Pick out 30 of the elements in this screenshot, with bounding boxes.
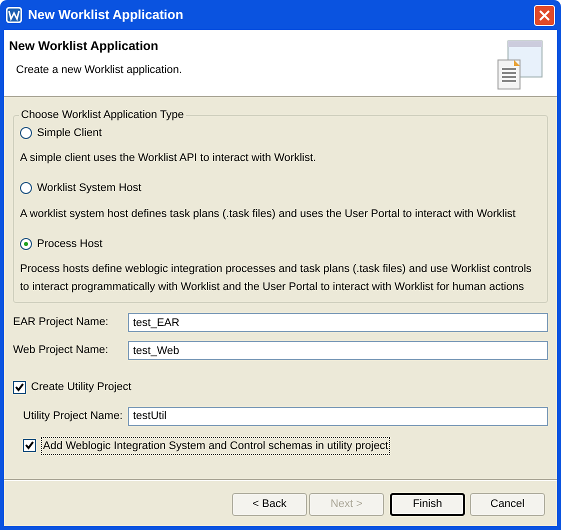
- option-description: A worklist system host defines task plans (.task files) and uses the User Portal to interact with Worklist: [20, 206, 517, 222]
- checkbox-label[interactable]: Add Weblogic Integration System and Control schemas in utility project: [41, 436, 390, 455]
- option-description: A simple client uses the Worklist API to interact with Worklist.: [20, 151, 318, 166]
- group-legend: Choose Worklist Application Type: [19, 107, 186, 124]
- dialog-button[interactable]: Cancel: [470, 493, 545, 516]
- radio-label[interactable]: Simple Client: [37, 124, 102, 141]
- radio-button[interactable]: [20, 126, 32, 139]
- checkbox[interactable]: [13, 380, 26, 394]
- dialog-button[interactable]: Finish: [390, 493, 465, 516]
- field-label: EAR Project Name:: [13, 315, 110, 330]
- input-field[interactable]: test_Web: [128, 341, 548, 360]
- dialog-button[interactable]: < Back: [232, 493, 307, 516]
- input-field[interactable]: test_EAR: [128, 313, 548, 332]
- field-label: Web Project Name:: [13, 343, 110, 358]
- checkbox[interactable]: [23, 439, 36, 452]
- page-title: New Worklist Application: [9, 38, 160, 55]
- close-icon: [539, 10, 550, 20]
- checkbox-label[interactable]: Create Utility Project: [31, 379, 132, 396]
- input-field[interactable]: testUtil: [128, 406, 548, 426]
- radio-label[interactable]: Process Host: [37, 236, 102, 252]
- radio-label[interactable]: Worklist System Host: [37, 180, 142, 196]
- document-window-icon: [496, 40, 544, 90]
- page-description: Create a new Worklist application.: [15, 62, 184, 78]
- close-button[interactable]: [534, 4, 555, 26]
- radio-button[interactable]: [20, 182, 32, 194]
- field-label: Utility Project Name:: [23, 408, 124, 424]
- radio-button[interactable]: [20, 238, 32, 250]
- option-description: Process hosts define weblogic integration processes and task plans (.task files) and use Worklist controls to interact programmatically with Worklist and the User Portal to interact with Worklist for human actions: [20, 262, 533, 295]
- app-logo-icon: [6, 7, 22, 23]
- window-title: New Worklist Application: [28, 6, 184, 24]
